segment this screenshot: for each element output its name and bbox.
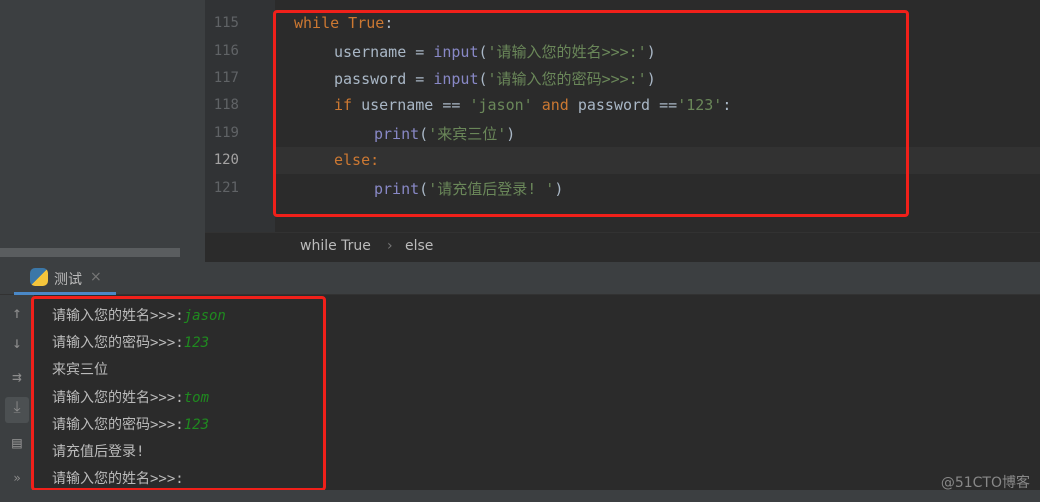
- run-tab-label: 测试: [54, 272, 82, 288]
- line-number: 120: [213, 152, 239, 168]
- more-icon[interactable]: »: [0, 471, 34, 485]
- line-number: 115: [213, 15, 239, 31]
- line-number: 119: [213, 125, 239, 141]
- line-number-gutter: [205, 0, 275, 232]
- horizontal-scrollbar[interactable]: [0, 248, 180, 257]
- print-icon[interactable]: ▤: [0, 433, 34, 452]
- breadcrumb-separator-icon: ›: [387, 238, 393, 254]
- breadcrumb-item[interactable]: while True: [300, 238, 371, 254]
- project-panel: [0, 0, 205, 262]
- python-icon: [30, 268, 48, 286]
- breadcrumb: while True › else: [205, 232, 1040, 262]
- line-number: 121: [213, 180, 239, 196]
- run-tool-window-header: 测试 ×: [0, 262, 1040, 295]
- arrow-up-icon[interactable]: ↑: [0, 303, 34, 322]
- line-number: 116: [213, 43, 239, 59]
- run-tab[interactable]: 测试 ×: [14, 262, 116, 295]
- console-toolbar: ↑ ↓ ⇉ ⤓ ▤ »: [0, 295, 34, 490]
- breadcrumb-item[interactable]: else: [405, 238, 433, 254]
- console-highlight-box: [31, 296, 326, 491]
- code-highlight-box: [273, 10, 909, 217]
- bottom-toolbar: [0, 490, 1040, 502]
- soft-wrap-icon[interactable]: ⇉: [0, 367, 34, 386]
- line-number: 117: [213, 70, 239, 86]
- watermark: @51CTO博客: [940, 475, 1030, 491]
- scroll-to-end-icon[interactable]: ⤓: [5, 397, 29, 423]
- line-number: 118: [213, 97, 239, 113]
- arrow-down-icon[interactable]: ↓: [0, 333, 34, 352]
- close-icon[interactable]: ×: [90, 269, 102, 285]
